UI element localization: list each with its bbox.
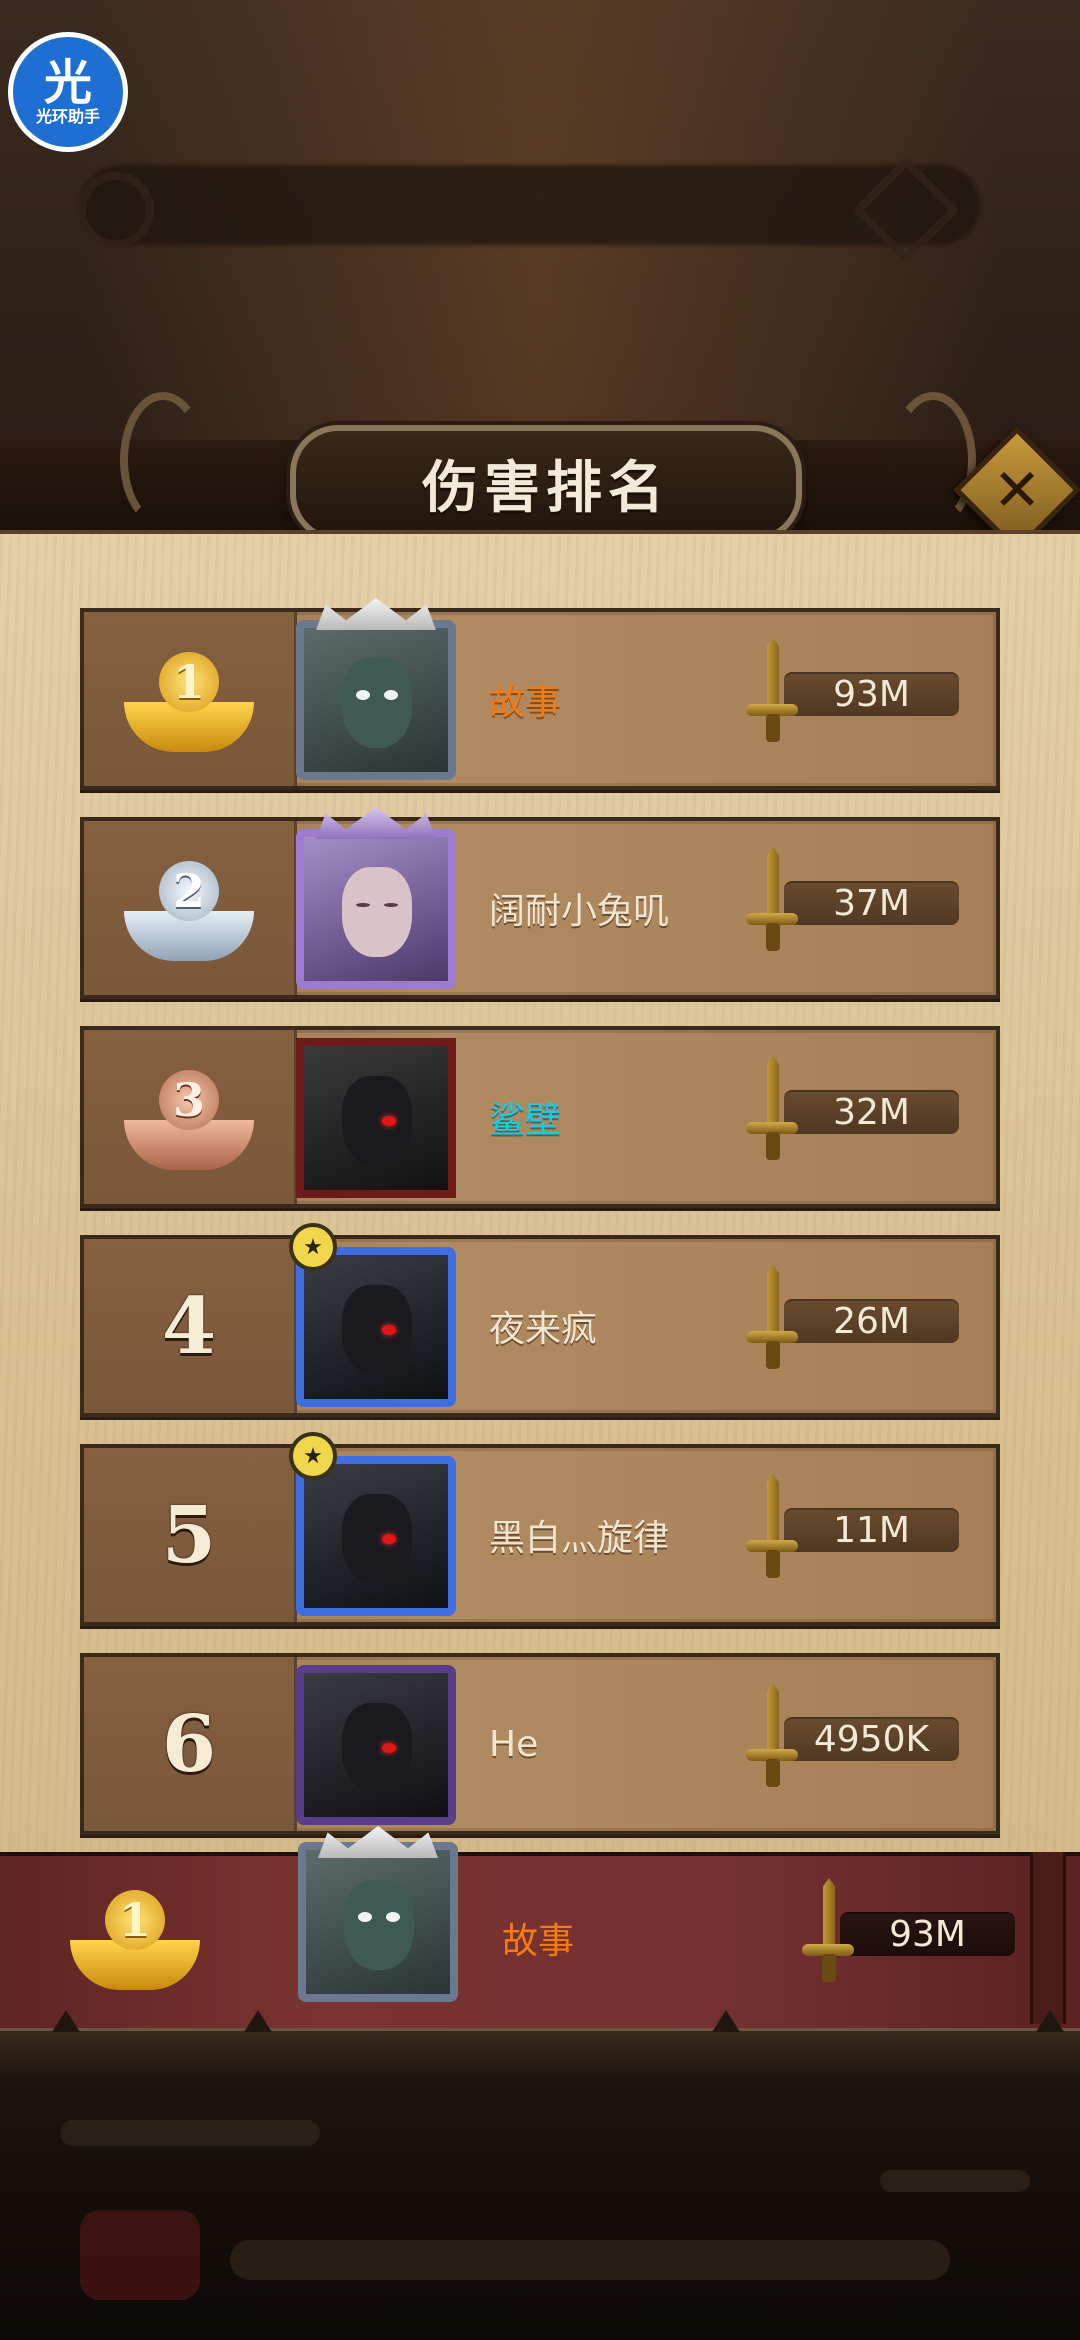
damage-value: 32M	[833, 1091, 910, 1133]
ranking-row-4[interactable]: 4 ★ 夜来疯 26M	[80, 1223, 1000, 1417]
rail-spike	[712, 2010, 740, 2032]
ranking-row-3[interactable]: 3 鲨壁 32M	[80, 1026, 1000, 1208]
damage-value: 93M	[833, 673, 910, 715]
damage-value: 37M	[833, 882, 910, 924]
rank-cell: 4	[84, 1239, 297, 1413]
bottom-rail	[0, 2028, 1080, 2081]
player-name: 故事	[489, 682, 562, 723]
my-damage-score: 93M	[800, 1878, 1015, 1982]
player-avatar[interactable]	[296, 1038, 456, 1198]
player-avatar[interactable]	[296, 1665, 456, 1825]
sword-icon	[800, 1878, 856, 1988]
bronze-medal-icon: 3	[124, 1070, 254, 1170]
silver-medal-icon: 2	[124, 861, 254, 961]
rank-cell: 3	[84, 1030, 297, 1204]
player-avatar[interactable]	[296, 1247, 456, 1407]
sword-icon	[744, 1683, 800, 1793]
my-avatar[interactable]	[298, 1842, 458, 2002]
sword-icon	[744, 1474, 800, 1584]
star-badge-icon: ★	[289, 1432, 337, 1480]
damage-score: 93M	[744, 638, 959, 742]
gold-medal-icon: 1	[70, 1890, 200, 1990]
ranking-row-2[interactable]: 2 阔耐小兔叽 37M	[80, 807, 1000, 999]
damage-score: 32M	[744, 1056, 959, 1160]
background-blur-text	[880, 2170, 1030, 2192]
page-title: 伤害排名	[422, 456, 670, 521]
ranking-row-6[interactable]: 6 He 4950K	[80, 1653, 1000, 1835]
rank-number: 4	[161, 1280, 217, 1372]
damage-score: 26M	[744, 1265, 959, 1369]
damage-value: 11M	[833, 1509, 910, 1551]
watermark-glyph: 光	[43, 55, 92, 111]
sword-icon	[744, 1265, 800, 1375]
player-avatar[interactable]	[296, 829, 456, 989]
sword-icon	[744, 638, 800, 748]
damage-value: 26M	[833, 1300, 910, 1342]
damage-score: 4950K	[744, 1683, 959, 1787]
background-ring-left	[78, 172, 154, 248]
rank-number: 5	[161, 1489, 217, 1581]
my-rank-number: 1	[105, 1890, 165, 1950]
background-blur-icon	[80, 2210, 200, 2300]
rank-cell: 5	[84, 1448, 297, 1622]
sword-icon	[744, 847, 800, 957]
rail-spike	[244, 2010, 272, 2032]
close-icon[interactable]: ✕	[972, 445, 1062, 535]
rank-number: 2	[159, 861, 219, 921]
player-name: 夜来疯	[489, 1309, 598, 1350]
header-horn-right	[890, 392, 976, 528]
rank-number: 6	[161, 1698, 217, 1790]
rank-number: 3	[159, 1070, 219, 1130]
gold-medal-icon: 1	[124, 652, 254, 752]
sword-icon	[744, 1056, 800, 1166]
ranking-row-5[interactable]: 5 ★ 黑白灬旋律 11M	[80, 1432, 1000, 1626]
player-name: 黑白灬旋律	[489, 1518, 670, 1559]
damage-score: 11M	[744, 1474, 959, 1578]
my-rank-bar-edge	[1030, 1852, 1066, 2024]
player-name: 阔耐小兔叽	[489, 891, 670, 932]
player-avatar[interactable]	[296, 620, 456, 780]
rank-number: 1	[159, 652, 219, 712]
rail-spike	[52, 2010, 80, 2032]
player-name: 鲨壁	[489, 1100, 562, 1141]
player-avatar[interactable]	[296, 1456, 456, 1616]
player-name: He	[489, 1723, 539, 1765]
damage-value: 4950K	[813, 1718, 930, 1760]
watermark-logo: 光 光环助手	[8, 32, 128, 152]
rank-cell: 2	[84, 821, 297, 995]
rank-cell: 6	[84, 1657, 297, 1831]
star-badge-icon: ★	[289, 1223, 337, 1271]
header-horn-left	[120, 392, 206, 528]
background-bar	[80, 165, 980, 245]
ranking-row-1[interactable]: 1 故事 93M	[80, 598, 1000, 790]
rail-spike	[1036, 2010, 1064, 2032]
my-damage-value: 93M	[889, 1913, 966, 1955]
watermark-text: 光环助手	[35, 107, 100, 126]
rank-cell: 1	[84, 612, 297, 786]
background-blur-bar	[230, 2240, 950, 2280]
background-blur-text	[60, 2120, 320, 2146]
my-name: 故事	[502, 1921, 575, 1962]
damage-score: 37M	[744, 847, 959, 951]
